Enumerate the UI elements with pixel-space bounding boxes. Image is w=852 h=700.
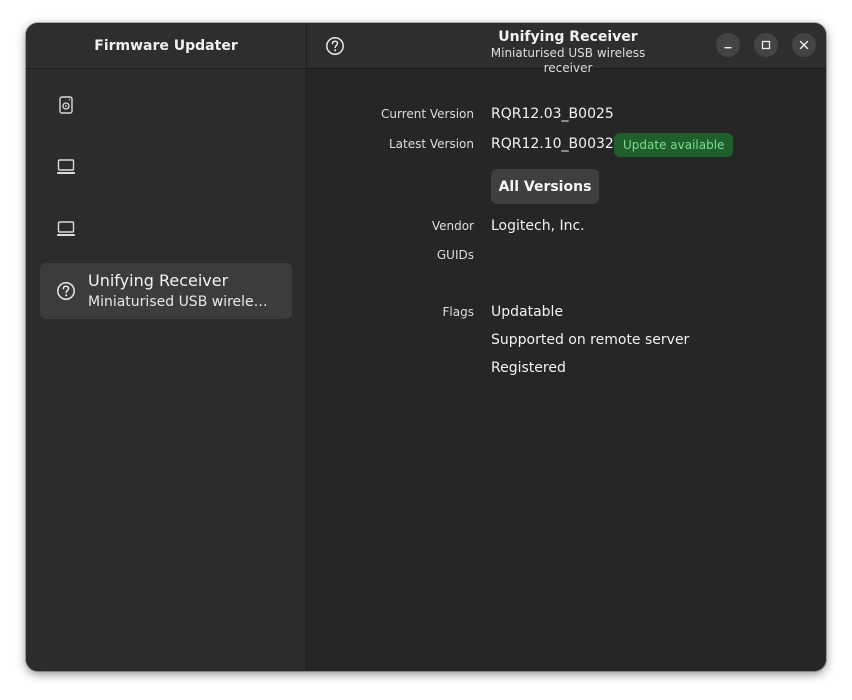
flags-label: Flags	[442, 305, 474, 319]
flag-item: Registered	[491, 360, 566, 376]
drive-icon	[56, 95, 76, 115]
device-row-unifying-receiver[interactable]: Unifying Receiver Miniaturised USB wirel…	[40, 263, 292, 319]
latest-version-label: Latest Version	[388, 137, 474, 151]
update-available-badge: Update available	[614, 133, 734, 157]
device-row-computer-2[interactable]	[40, 201, 292, 257]
vendor-value: Logitech, Inc.	[491, 218, 585, 234]
latest-version-value: RQR12.10_B0032	[491, 136, 614, 152]
maximize-button[interactable]	[754, 33, 778, 57]
current-version-label: Current Version	[380, 107, 474, 121]
guids-label: GUIDs	[436, 248, 474, 262]
sidebar: Firmware Updater Unifying Receiver Minia…	[26, 23, 307, 671]
header-bar: Unifying Receiver Miniaturised USB wirel…	[307, 23, 826, 75]
window-subtitle: Miniaturised USB wireless receiver	[490, 46, 646, 75]
computer-icon	[56, 157, 76, 177]
help-circle-icon	[56, 281, 76, 301]
device-name: Unifying Receiver	[88, 271, 229, 290]
maximize-icon	[761, 40, 771, 50]
window-title-block: Unifying Receiver Miniaturised USB wirel…	[468, 29, 668, 76]
help-icon	[325, 36, 345, 56]
current-version-value: RQR12.03_B0025	[491, 106, 614, 122]
sidebar-title: Firmware Updater	[26, 23, 306, 69]
flag-item: Updatable	[491, 304, 564, 320]
close-icon	[799, 40, 809, 50]
app-window: Firmware Updater Unifying Receiver Minia…	[26, 23, 826, 671]
device-row-computer-1[interactable]	[40, 139, 292, 195]
help-button[interactable]	[324, 35, 346, 57]
minimize-button[interactable]	[716, 33, 740, 57]
all-versions-button[interactable]: All Versions	[491, 169, 599, 204]
device-subtitle: Miniaturised USB wireles…	[88, 294, 274, 310]
close-button[interactable]	[792, 33, 816, 57]
details-pane: Unifying Receiver Miniaturised USB wirel…	[307, 23, 826, 671]
device-row-drive[interactable]	[40, 77, 292, 133]
window-title: Unifying Receiver	[498, 29, 638, 45]
flag-item: Supported on remote server	[491, 332, 690, 348]
vendor-label: Vendor	[431, 219, 474, 233]
computer-icon	[56, 219, 76, 239]
minimize-icon	[724, 47, 732, 49]
